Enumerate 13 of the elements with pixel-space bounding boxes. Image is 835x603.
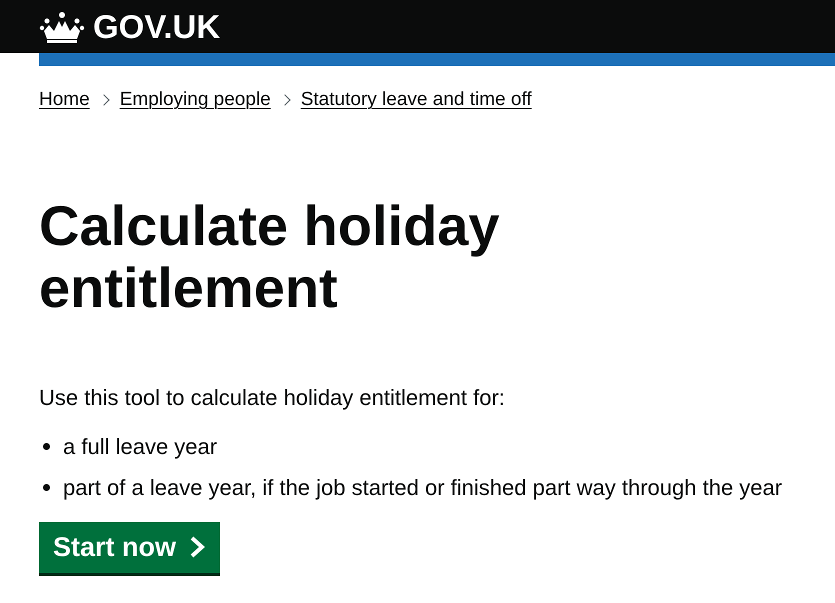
intro-text: Use this tool to calculate holiday entitlement for: — [39, 384, 506, 412]
list-item: part of a leave year, if the job started or finished part way through the year — [63, 474, 782, 502]
page-title: Calculate holiday entitlement — [39, 194, 501, 318]
chevron-icon — [190, 536, 206, 558]
start-now-button[interactable]: Start now — [39, 522, 220, 573]
breadcrumb-link[interactable]: Statutory leave and time off — [300, 86, 532, 114]
list-item: a full leave year — [63, 432, 218, 461]
breadcrumb-link[interactable]: Employing people — [120, 86, 271, 114]
bullet-icon — [43, 442, 50, 450]
govuk-logo[interactable]: GOV.UK — [39, 10, 220, 43]
breadcrumb-link[interactable]: Home — [39, 86, 90, 114]
bullet-icon — [43, 484, 50, 490]
crown-icon — [39, 10, 85, 42]
